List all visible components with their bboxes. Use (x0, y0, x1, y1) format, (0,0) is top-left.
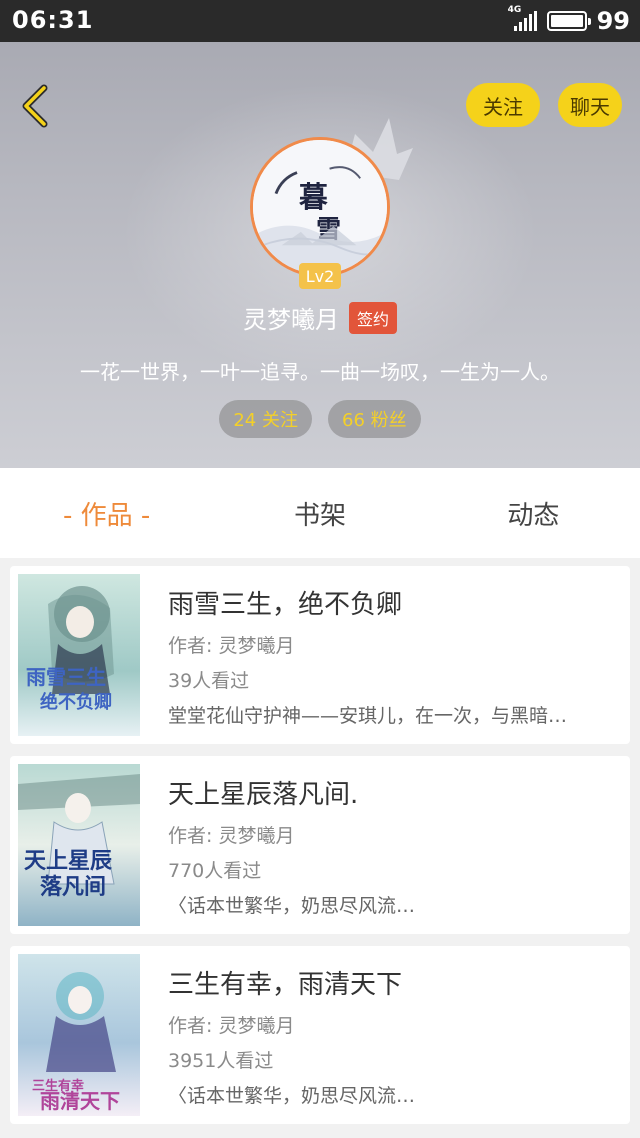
book-author: 作者: 灵梦曦月 (168, 825, 295, 847)
cover-title: 天上星辰 (24, 848, 112, 874)
fans-count[interactable]: 66 粉丝 (328, 400, 421, 438)
cover-title: 雨清天下 (40, 1089, 120, 1113)
book-title[interactable]: 天上星辰落凡间. (168, 774, 622, 811)
book-desc: 堂堂花仙守护神——安琪儿，在一次，与黑暗… (168, 705, 568, 727)
book-desc: 〈话本世繁华，奶思尽风流… (168, 895, 416, 917)
book-info: 天上星辰落凡间. 作者: 灵梦曦月 770人看过 〈话本世繁华，奶思尽风流… (140, 764, 622, 926)
book-cover[interactable]: 三生有幸 雨清天下 (18, 954, 140, 1116)
book-title[interactable]: 三生有幸，雨清天下 (168, 964, 622, 1001)
network-type: 4G (507, 5, 522, 15)
battery-level: 99 (596, 7, 630, 35)
motto: 一花一世界，一叶一追寻。一曲一场叹，一生为一人。 (80, 360, 560, 384)
list-item[interactable]: 雨雪三生 绝不负卿 雨雪三生，绝不负卿 作者: 灵梦曦月 39人看过 堂堂花仙守… (10, 566, 630, 744)
avatar-text: 暮 (299, 180, 328, 214)
level-badge: Lv2 (299, 263, 341, 289)
book-cover[interactable]: 雨雪三生 绝不负卿 (18, 574, 140, 736)
following-count[interactable]: 24 关注 (219, 400, 312, 438)
back-icon[interactable] (16, 84, 56, 128)
chat-button[interactable]: 聊天 (558, 83, 622, 127)
book-list: 雨雪三生 绝不负卿 雨雪三生，绝不负卿 作者: 灵梦曦月 39人看过 堂堂花仙守… (10, 566, 630, 1136)
tab-bookshelf[interactable]: 书架 (213, 468, 426, 558)
username: 灵梦曦月 (242, 306, 339, 334)
book-info: 三生有幸，雨清天下 作者: 灵梦曦月 3951人看过 〈话本世繁华，奶思尽风流… (140, 954, 622, 1116)
status-bar: 06:31 4G 99 (0, 0, 640, 42)
tab-activity[interactable]: 动态 (427, 468, 640, 558)
battery-icon (546, 11, 591, 31)
svg-text:绝不负卿: 绝不负卿 (40, 691, 112, 713)
list-item[interactable]: 三生有幸 雨清天下 三生有幸，雨清天下 作者: 灵梦曦月 3951人看过 〈话本… (10, 946, 630, 1124)
book-author: 作者: 灵梦曦月 (168, 635, 295, 657)
book-title[interactable]: 雨雪三生，绝不负卿 (168, 584, 622, 621)
tab-bar: - 作品 - 书架 动态 (0, 468, 640, 558)
signed-badge: 签约 (348, 301, 397, 334)
svg-text:落凡间: 落凡间 (40, 874, 106, 900)
stats-row: 24 关注 66 粉丝 (0, 400, 640, 438)
book-info: 雨雪三生，绝不负卿 作者: 灵梦曦月 39人看过 堂堂花仙守护神——安琪儿，在一… (140, 574, 622, 736)
status-icons: 4G 99 (508, 5, 630, 35)
avatar[interactable]: 暮 雪 (250, 137, 390, 277)
list-item[interactable]: 天上星辰 落凡间 天上星辰落凡间. 作者: 灵梦曦月 770人看过 〈话本世繁华… (10, 756, 630, 934)
book-views: 39人看过 (168, 670, 250, 692)
tab-works[interactable]: - 作品 - (0, 468, 213, 558)
book-author: 作者: 灵梦曦月 (168, 1015, 295, 1037)
follow-button[interactable]: 关注 (466, 83, 540, 127)
signal-icon: 4G (508, 5, 537, 31)
book-views: 770人看过 (168, 860, 262, 882)
book-cover[interactable]: 天上星辰 落凡间 (18, 764, 140, 926)
clock: 06:31 (12, 6, 94, 34)
book-views: 3951人看过 (168, 1050, 274, 1072)
profile-header: 关注 聊天 暮 雪 Lv2 灵梦曦月 签约 一花一世界，一叶一追寻。一曲一场叹，… (0, 42, 640, 468)
book-desc: 〈话本世繁华，奶思尽风流… (168, 1085, 416, 1107)
cover-title: 雨雪三生 (26, 665, 106, 689)
username-row: 灵梦曦月 签约 (0, 300, 640, 335)
